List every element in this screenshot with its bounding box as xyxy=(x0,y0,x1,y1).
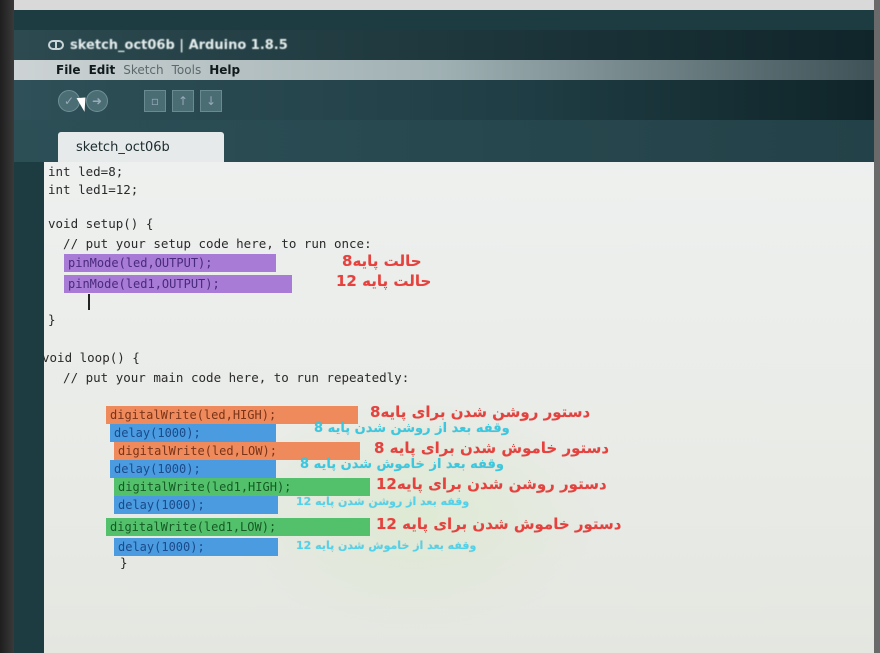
annotation-after-off8: وقفه بعد از خاموش شدن پایه 8 xyxy=(300,457,505,472)
window-title: sketch_oct06b | Arduino 1.8.5 xyxy=(70,37,288,53)
delay-after-on12-line: delay(1000); xyxy=(114,496,278,514)
annotation-after-off12: وقفه بعد از خاموش شدن پایه 12 xyxy=(296,539,477,552)
arduino-logo-icon xyxy=(48,40,64,50)
tab-sketch[interactable]: sketch_oct06b xyxy=(58,132,224,162)
menu-sketch[interactable]: Sketch xyxy=(123,63,163,77)
annotation-pin8-mode: حالت پایه8 xyxy=(342,252,422,270)
annotation-after-on12: وقفه بعد از روشن شدن پایه 12 xyxy=(296,495,470,508)
menu-help[interactable]: Help xyxy=(209,63,240,77)
pinmode-led-line: pinMode(led,OUTPUT); xyxy=(64,254,276,272)
code-setup-signature: void setup() { xyxy=(48,216,154,231)
digitalwrite-led1-low-line: digitalWrite(led1,LOW); xyxy=(106,518,370,536)
code-loop-signature: void loop() { xyxy=(42,350,140,365)
monitor-bezel-left xyxy=(0,0,14,653)
code-close-setup: } xyxy=(48,312,56,327)
verify-icon[interactable]: ✓ xyxy=(58,90,80,112)
code-editor[interactable]: int led=8; int led1=12; void setup() { /… xyxy=(42,162,874,653)
tab-label: sketch_oct06b xyxy=(76,139,170,155)
monitor-bezel-right xyxy=(874,0,880,653)
delay-after-off8-line: delay(1000); xyxy=(110,460,276,478)
annotation-off-pin12: دستور خاموش شدن برای پایه 12 xyxy=(376,515,622,533)
menu-tools[interactable]: Tools xyxy=(172,63,202,77)
digitalwrite-led1-low-text: digitalWrite(led1,LOW); xyxy=(110,520,277,534)
open-icon[interactable]: ↑ xyxy=(172,90,194,112)
annotation-off-pin8: دستور خاموش شدن برای پایه 8 xyxy=(374,439,610,457)
code-close-loop: } xyxy=(120,555,128,570)
new-icon[interactable]: ▫ xyxy=(144,90,166,112)
code-line-2: int led1=12; xyxy=(48,182,139,197)
code-loop-comment: // put your main code here, to run repea… xyxy=(48,370,410,385)
delay-after-off12-line: delay(1000); xyxy=(114,538,278,556)
annotation-on-pin8: دستور روشن شدن برای پایه8 xyxy=(370,403,591,421)
digitalwrite-led1-high-line: digitalWrite(led1,HIGH); xyxy=(114,478,370,496)
toolbar: ✓ ➜ ▫ ↑ ↓ xyxy=(14,80,874,120)
menu-file[interactable]: File xyxy=(56,63,81,77)
annotation-pin12-mode: حالت پایه 12 xyxy=(336,272,432,290)
annotation-after-on8: وقفه بعد از روشن شدن پایه 8 xyxy=(314,421,510,436)
title-bar-content: sketch_oct06b | Arduino 1.8.5 xyxy=(48,35,288,55)
tab-bar: sketch_oct06b xyxy=(14,120,874,162)
code-setup-comment: // put your setup code here, to run once… xyxy=(48,236,372,251)
pinmode-led1-line: pinMode(led1,OUTPUT); xyxy=(64,275,292,293)
annotation-on-pin12: دستور روشن شدن برای پایه12 xyxy=(376,475,607,493)
text-caret xyxy=(88,294,90,310)
menu-bar: File Edit Sketch Tools Help xyxy=(14,60,874,80)
digitalwrite-led1-high-text: digitalWrite(led1,HIGH); xyxy=(118,480,292,494)
menu-edit[interactable]: Edit xyxy=(89,63,116,77)
monitor-bezel-top xyxy=(0,0,880,10)
code-line-1: int led=8; xyxy=(48,164,124,179)
arduino-ide-window: sketch_oct06b | Arduino 1.8.5 File Edit … xyxy=(14,10,874,653)
delay-after-on8-line: delay(1000); xyxy=(110,424,276,442)
save-icon[interactable]: ↓ xyxy=(200,90,222,112)
